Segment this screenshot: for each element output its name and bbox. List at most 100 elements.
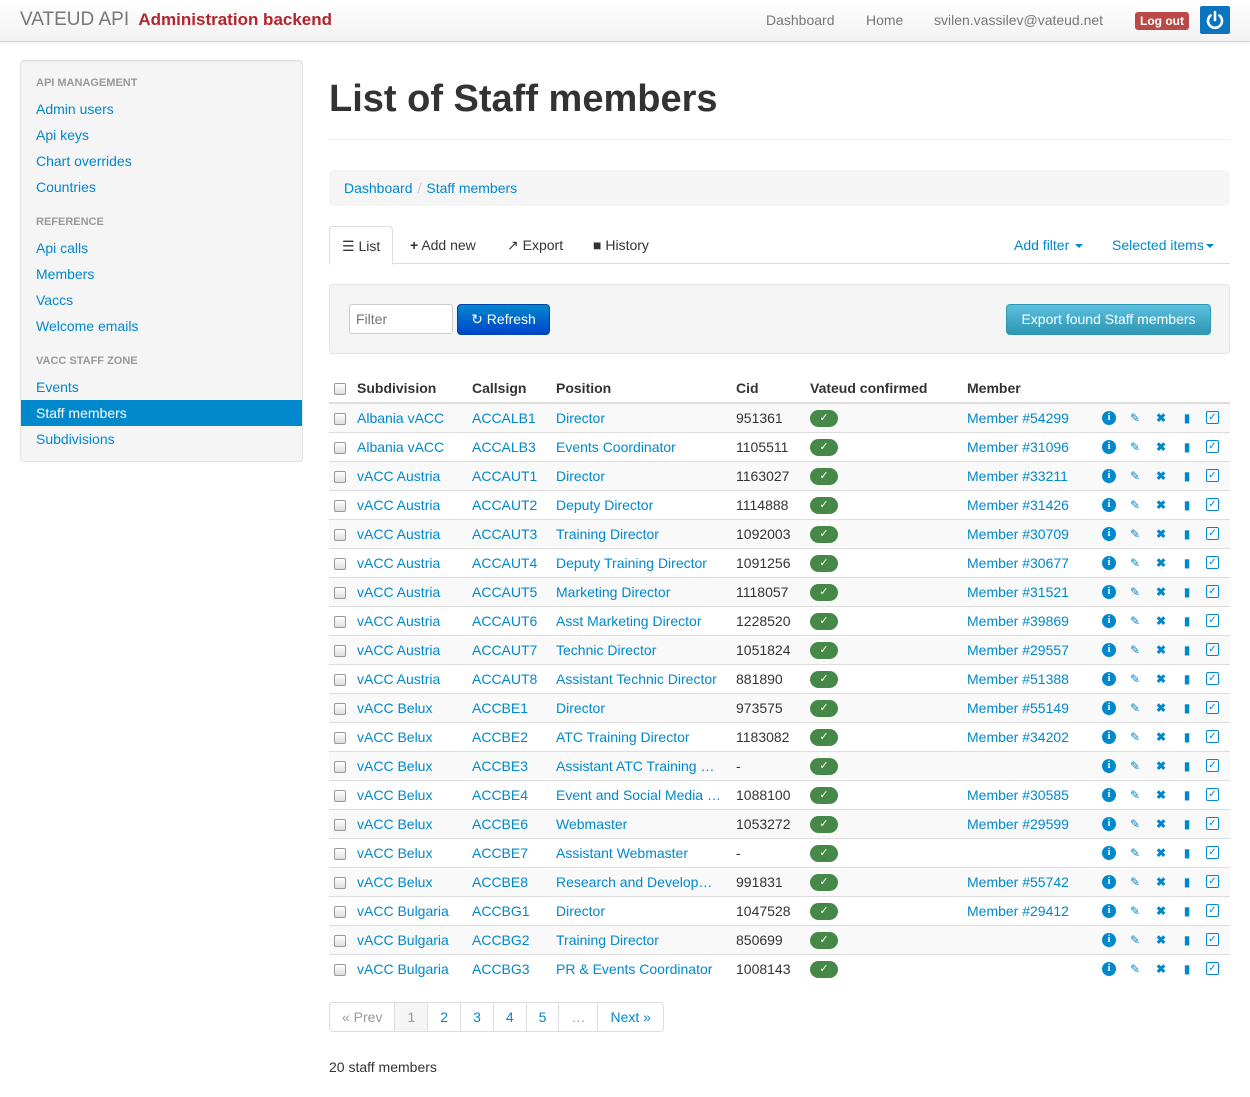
add-filter-dropdown[interactable]: Add filter <box>1014 237 1084 253</box>
edit-pencil-icon[interactable]: ✎ <box>1128 701 1142 715</box>
edit-pencil-icon[interactable]: ✎ <box>1128 614 1142 628</box>
info-icon[interactable]: i <box>1102 411 1116 425</box>
member-link[interactable]: Member #30585 <box>967 781 1087 809</box>
header-member[interactable]: Member <box>967 374 1087 402</box>
member-link[interactable]: Member #30709 <box>967 520 1087 548</box>
history-book-icon[interactable]: ▮ <box>1180 701 1194 715</box>
select-check-icon[interactable]: ✓ <box>1206 730 1219 743</box>
row-checkbox[interactable] <box>334 500 346 512</box>
position-link[interactable]: Events Coordinator <box>556 433 723 461</box>
member-link[interactable]: Member #31426 <box>967 491 1087 519</box>
member-link[interactable]: Member #30677 <box>967 549 1087 577</box>
delete-x-icon[interactable]: ✖ <box>1154 527 1168 541</box>
history-book-icon[interactable]: ▮ <box>1180 788 1194 802</box>
position-link[interactable]: Director <box>556 404 723 432</box>
select-check-icon[interactable]: ✓ <box>1206 904 1219 917</box>
select-check-icon[interactable]: ✓ <box>1206 701 1219 714</box>
subdivision-link[interactable]: vACC Bulgaria <box>357 926 467 954</box>
position-link[interactable]: Technic Director <box>556 636 723 664</box>
member-link[interactable]: Member #31096 <box>967 433 1087 461</box>
edit-pencil-icon[interactable]: ✎ <box>1128 962 1142 976</box>
subdivision-link[interactable]: vACC Austria <box>357 491 467 519</box>
info-icon[interactable]: i <box>1102 614 1116 628</box>
delete-x-icon[interactable]: ✖ <box>1154 585 1168 599</box>
history-book-icon[interactable]: ▮ <box>1180 643 1194 657</box>
delete-x-icon[interactable]: ✖ <box>1154 730 1168 744</box>
delete-x-icon[interactable]: ✖ <box>1154 817 1168 831</box>
header-subdivision[interactable]: Subdivision <box>357 374 467 402</box>
position-link[interactable]: Training Director <box>556 520 723 548</box>
callsign-link[interactable]: ACCBE1 <box>472 694 552 722</box>
member-link[interactable]: Member #33211 <box>967 462 1087 490</box>
subdivision-link[interactable]: vACC Austria <box>357 636 467 664</box>
pagination-page-4[interactable]: 4 <box>492 1003 526 1031</box>
history-book-icon[interactable]: ▮ <box>1180 962 1194 976</box>
delete-x-icon[interactable]: ✖ <box>1154 846 1168 860</box>
delete-x-icon[interactable]: ✖ <box>1154 788 1168 802</box>
edit-pencil-icon[interactable]: ✎ <box>1128 759 1142 773</box>
member-link[interactable] <box>967 839 1087 867</box>
row-checkbox[interactable] <box>334 877 346 889</box>
member-link[interactable] <box>967 955 1087 983</box>
edit-pencil-icon[interactable]: ✎ <box>1128 411 1142 425</box>
delete-x-icon[interactable]: ✖ <box>1154 643 1168 657</box>
info-icon[interactable]: i <box>1102 904 1116 918</box>
delete-x-icon[interactable]: ✖ <box>1154 933 1168 947</box>
select-check-icon[interactable]: ✓ <box>1206 585 1219 598</box>
callsign-link[interactable]: ACCBE7 <box>472 839 552 867</box>
callsign-link[interactable]: ACCBG3 <box>472 955 552 983</box>
brand[interactable]: VATEUD API Administration backend <box>20 9 332 31</box>
member-link[interactable]: Member #31521 <box>967 578 1087 606</box>
history-book-icon[interactable]: ▮ <box>1180 614 1194 628</box>
callsign-link[interactable]: ACCBE3 <box>472 752 552 780</box>
position-link[interactable]: Research and Develop… <box>556 868 723 896</box>
select-check-icon[interactable]: ✓ <box>1206 440 1219 453</box>
position-link[interactable]: Director <box>556 897 723 925</box>
subdivision-link[interactable]: Albania vACC <box>357 433 467 461</box>
row-checkbox[interactable] <box>334 674 346 686</box>
history-book-icon[interactable]: ▮ <box>1180 730 1194 744</box>
subdivision-link[interactable]: vACC Belux <box>357 810 467 838</box>
subdivision-link[interactable]: vACC Belux <box>357 839 467 867</box>
header-position[interactable]: Position <box>556 374 723 402</box>
edit-pencil-icon[interactable]: ✎ <box>1128 498 1142 512</box>
sidebar-item-admin-users[interactable]: Admin users <box>21 96 302 122</box>
brand-subtitle[interactable]: Administration backend <box>138 10 332 29</box>
info-icon[interactable]: i <box>1102 846 1116 860</box>
nav-user-link[interactable]: svilen.vassilev@vateud.net <box>934 12 1103 28</box>
info-icon[interactable]: i <box>1102 643 1116 657</box>
position-link[interactable]: Director <box>556 694 723 722</box>
callsign-link[interactable]: ACCAUT7 <box>472 636 552 664</box>
position-link[interactable]: Asst Marketing Director <box>556 607 723 635</box>
history-book-icon[interactable]: ▮ <box>1180 440 1194 454</box>
tab-history[interactable]: ■ History <box>581 226 661 264</box>
member-link[interactable]: Member #54299 <box>967 404 1087 432</box>
nav-home-link[interactable]: Home <box>866 12 903 28</box>
delete-x-icon[interactable]: ✖ <box>1154 759 1168 773</box>
callsign-link[interactable]: ACCBE2 <box>472 723 552 751</box>
info-icon[interactable]: i <box>1102 701 1116 715</box>
edit-pencil-icon[interactable]: ✎ <box>1128 469 1142 483</box>
info-icon[interactable]: i <box>1102 817 1116 831</box>
edit-pencil-icon[interactable]: ✎ <box>1128 904 1142 918</box>
subdivision-link[interactable]: vACC Austria <box>357 665 467 693</box>
sidebar-item-staff-members[interactable]: Staff members <box>21 400 302 426</box>
sidebar-item-vaccs[interactable]: Vaccs <box>21 287 302 313</box>
callsign-link[interactable]: ACCAUT4 <box>472 549 552 577</box>
sidebar-item-countries[interactable]: Countries <box>21 174 302 200</box>
delete-x-icon[interactable]: ✖ <box>1154 440 1168 454</box>
row-checkbox[interactable] <box>334 529 346 541</box>
select-check-icon[interactable]: ✓ <box>1206 759 1219 772</box>
member-link[interactable] <box>967 926 1087 954</box>
member-link[interactable]: Member #55149 <box>967 694 1087 722</box>
select-check-icon[interactable]: ✓ <box>1206 962 1219 975</box>
delete-x-icon[interactable]: ✖ <box>1154 904 1168 918</box>
callsign-link[interactable]: ACCAUT6 <box>472 607 552 635</box>
tab-export[interactable]: ↗ Export <box>495 226 575 264</box>
position-link[interactable]: Webmaster <box>556 810 723 838</box>
callsign-link[interactable]: ACCBE6 <box>472 810 552 838</box>
info-icon[interactable]: i <box>1102 469 1116 483</box>
edit-pencil-icon[interactable]: ✎ <box>1128 585 1142 599</box>
pagination-page-5[interactable]: 5 <box>525 1003 559 1031</box>
select-check-icon[interactable]: ✓ <box>1206 411 1219 424</box>
